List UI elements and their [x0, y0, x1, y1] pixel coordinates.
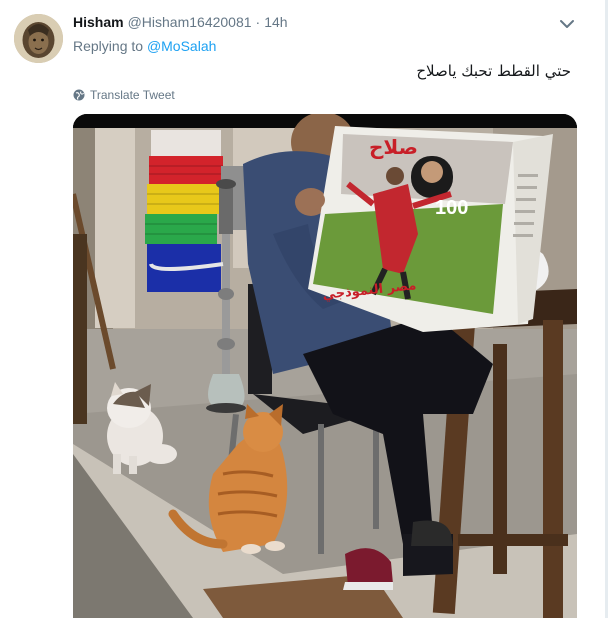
translate-label: Translate Tweet: [90, 88, 175, 102]
avatar[interactable]: [14, 14, 63, 63]
translate-tweet-button[interactable]: Translate Tweet: [73, 88, 175, 102]
separator-dot: ·: [255, 14, 261, 30]
newspaper-number: 100: [435, 197, 468, 219]
tweet-photo[interactable]: صلاح 100 مصر النموذجي: [73, 114, 577, 618]
replying-to-label: Replying to: [73, 38, 144, 54]
reply-to-mention-link[interactable]: @MoSalah: [147, 38, 216, 54]
display-name[interactable]: Hisham: [73, 14, 124, 30]
newspaper: صلاح 100 مصر النموذجي: [301, 126, 553, 332]
tweet-text: حتي القطط تحبك ياصلاح: [416, 62, 571, 80]
more-options-button[interactable]: [557, 14, 577, 34]
avatar-image: [14, 14, 63, 63]
chevron-down-icon: [560, 20, 574, 28]
photo-scene: صلاح 100 مصر النموذجي: [73, 114, 577, 618]
replying-to: Replying to @MoSalah: [73, 38, 216, 54]
tweet-header: Hisham @Hisham16420081 · 14h: [73, 14, 288, 34]
newspaper-headline: صلاح: [369, 135, 418, 159]
tweet-card[interactable]: Hisham @Hisham16420081 · 14h Replying to @M…: [0, 0, 606, 618]
user-handle[interactable]: @Hisham16420081: [128, 14, 252, 30]
globe-icon: [73, 89, 85, 101]
timestamp[interactable]: 14h: [264, 14, 287, 30]
